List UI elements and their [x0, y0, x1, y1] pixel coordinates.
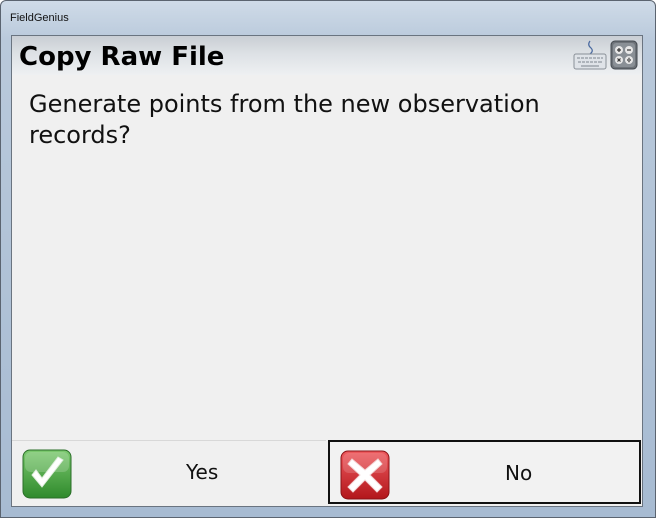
no-button-label: No — [505, 461, 533, 485]
confirmation-message: Generate points from the new observation… — [29, 90, 540, 149]
keyboard-icon[interactable] — [573, 39, 607, 71]
dialog-window: FieldGenius Copy Raw File Generate point… — [0, 0, 656, 518]
calculator-icon[interactable] — [610, 40, 638, 70]
checkmark-icon — [22, 449, 72, 499]
button-bar: Yes No — [12, 438, 642, 506]
page-title: Copy Raw File — [19, 42, 225, 72]
dialog-client-area: Copy Raw File Generate points from the n… — [11, 35, 643, 507]
window-title: FieldGenius — [10, 12, 69, 24]
x-cross-icon — [340, 450, 390, 500]
dialog-header: Copy Raw File — [12, 36, 642, 75]
yes-button[interactable]: Yes — [12, 440, 326, 504]
window-titlebar[interactable]: FieldGenius — [1, 1, 655, 31]
no-button[interactable]: No — [328, 440, 641, 504]
yes-button-label: Yes — [186, 460, 219, 484]
